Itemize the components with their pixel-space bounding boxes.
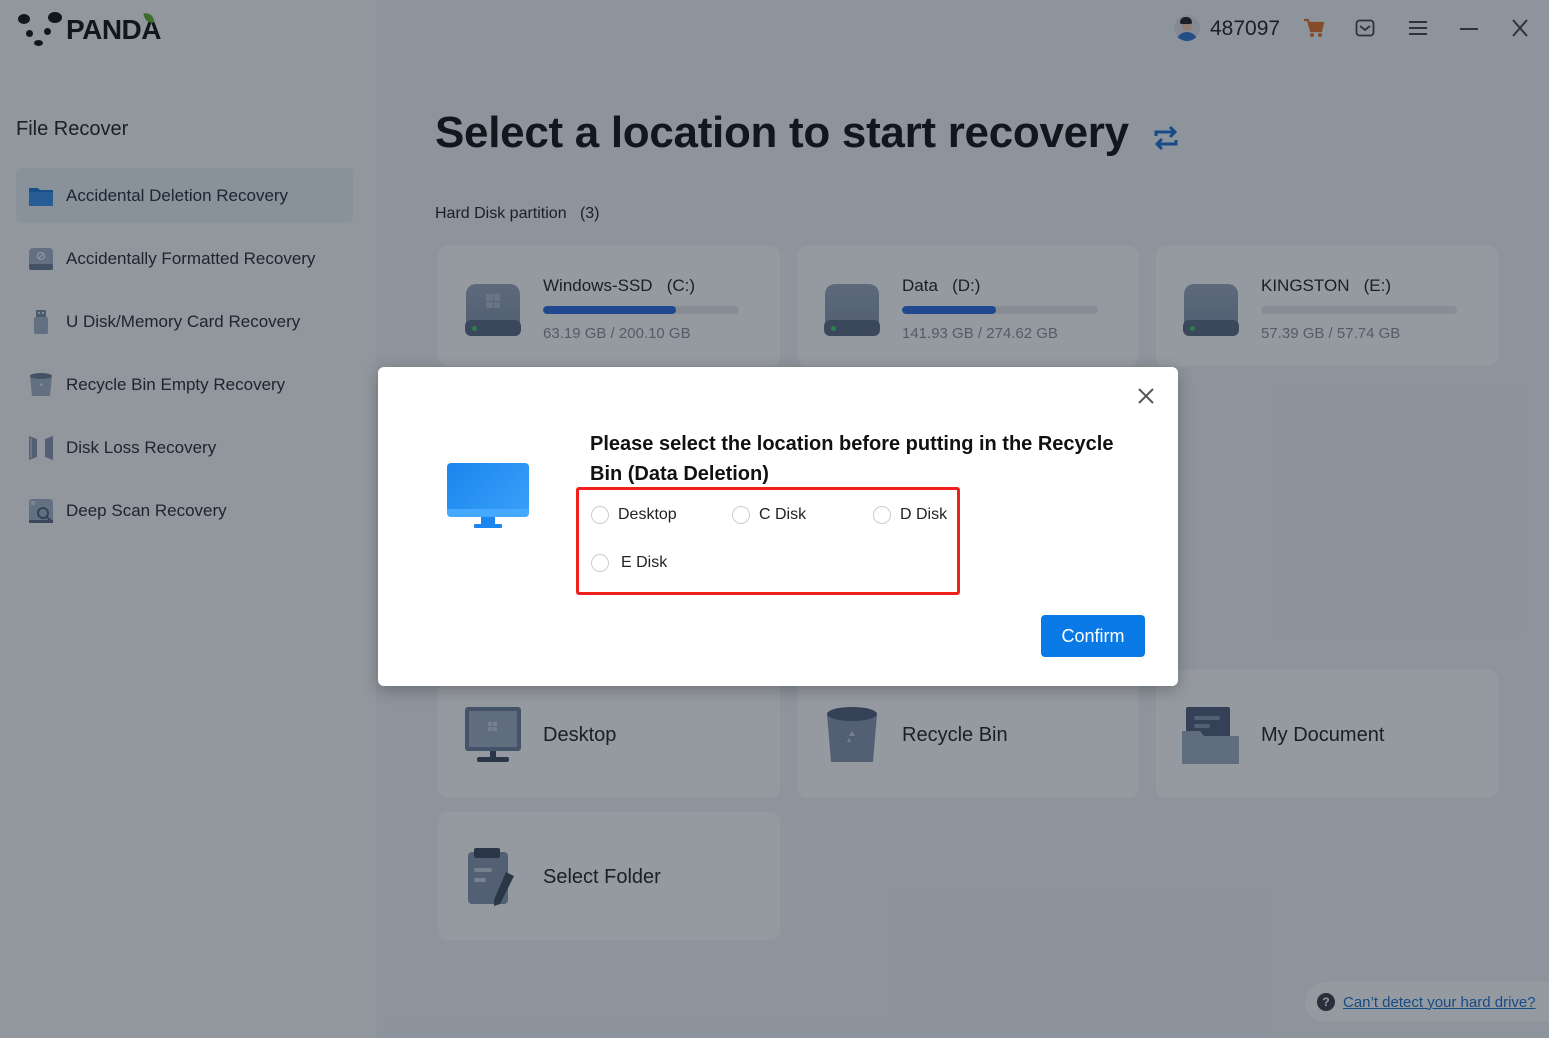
option-label: Desktop <box>618 506 677 523</box>
option-d-disk[interactable]: D Disk <box>873 506 947 524</box>
option-label: D Disk <box>900 506 948 523</box>
radio-button[interactable] <box>732 506 750 524</box>
option-label: E Disk <box>621 554 668 571</box>
radio-button[interactable] <box>873 506 891 524</box>
select-location-dialog: Please select the location before puttin… <box>378 367 1178 686</box>
monitor-icon <box>447 463 529 531</box>
confirm-button[interactable]: Confirm <box>1041 615 1145 657</box>
option-desktop[interactable]: Desktop <box>591 506 677 524</box>
radio-button[interactable] <box>591 554 609 572</box>
dialog-close-icon[interactable] <box>1134 385 1158 409</box>
option-c-disk[interactable]: C Disk <box>732 506 806 524</box>
option-label: C Disk <box>759 506 807 523</box>
dialog-title: Please select the location before puttin… <box>590 433 1114 485</box>
option-e-disk[interactable]: E Disk <box>591 554 667 572</box>
location-options-group: Desktop C Disk D Disk E Disk <box>576 487 960 595</box>
radio-button[interactable] <box>591 506 609 524</box>
